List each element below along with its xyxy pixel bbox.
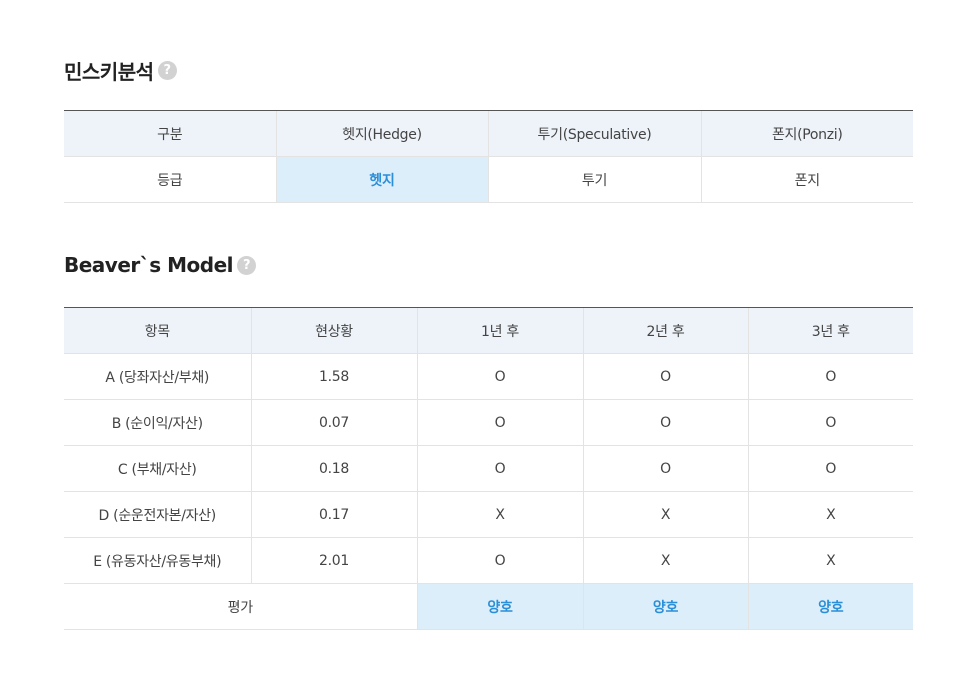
grade-ponzi-cell: 폰지: [700, 156, 913, 203]
column-header-ponzi: 폰지(Ponzi): [700, 110, 913, 157]
year2-cell: O: [582, 399, 748, 446]
current-value-cell: 2.01: [250, 537, 417, 584]
table-row: 등급 헷지 투기 폰지: [64, 156, 913, 203]
column-header-year1: 1년 후: [416, 307, 583, 354]
year2-cell: O: [582, 353, 748, 400]
item-cell: D (순운전자본/자산): [64, 491, 251, 538]
column-header-item: 항목: [64, 307, 251, 354]
evaluation-year3-cell: 양호: [747, 583, 913, 630]
table-row: D (순운전자본/자산) 0.17 X X X: [64, 491, 913, 538]
year2-cell: X: [582, 491, 748, 538]
item-cell: C (부채/자산): [64, 445, 251, 492]
year1-cell: O: [416, 445, 583, 492]
evaluation-label: 평가: [64, 583, 417, 630]
year3-cell: X: [747, 537, 913, 584]
year2-cell: X: [582, 537, 748, 584]
year1-cell: X: [416, 491, 583, 538]
year3-cell: O: [747, 399, 913, 446]
help-icon[interactable]: ?: [237, 255, 257, 275]
year1-cell: O: [416, 537, 583, 584]
current-value-cell: 0.17: [250, 491, 417, 538]
year3-cell: O: [747, 353, 913, 400]
row-label-grade: 등급: [64, 156, 276, 203]
table-header-row: 구분 헷지(Hedge) 투기(Speculative) 폰지(Ponzi): [64, 110, 913, 157]
beaver-title-text: Beaver`s Model: [64, 253, 234, 277]
help-icon[interactable]: ?: [157, 61, 177, 80]
beaver-section-title: Beaver`s Model ?: [64, 253, 257, 277]
current-value-cell: 0.07: [250, 399, 417, 446]
evaluation-year2-cell: 양호: [582, 583, 748, 630]
beaver-table: 항목 현상황 1년 후 2년 후 3년 후 A (당좌자산/부채) 1.58 O…: [64, 307, 913, 630]
minsky-section-title: 민스키분석 ?: [64, 56, 177, 85]
item-cell: E (유동자산/유동부채): [64, 537, 251, 584]
table-header-row: 항목 현상황 1년 후 2년 후 3년 후: [64, 307, 913, 354]
column-header-current: 현상황: [250, 307, 417, 354]
year1-cell: O: [416, 353, 583, 400]
column-header-hedge: 헷지(Hedge): [275, 110, 488, 157]
item-cell: B (순이익/자산): [64, 399, 251, 446]
table-row: B (순이익/자산) 0.07 O O O: [64, 399, 913, 446]
current-value-cell: 1.58: [250, 353, 417, 400]
current-value-cell: 0.18: [250, 445, 417, 492]
grade-speculative-cell: 투기: [487, 156, 701, 203]
column-header-speculative: 투기(Speculative): [487, 110, 701, 157]
grade-hedge-cell: 헷지: [275, 156, 488, 203]
table-row: C (부채/자산) 0.18 O O O: [64, 445, 913, 492]
table-row: E (유동자산/유동부채) 2.01 O X X: [64, 537, 913, 584]
year2-cell: O: [582, 445, 748, 492]
evaluation-row: 평가 양호 양호 양호: [64, 583, 913, 630]
column-header-category: 구분: [64, 110, 276, 157]
table-row: A (당좌자산/부채) 1.58 O O O: [64, 353, 913, 400]
minsky-table: 구분 헷지(Hedge) 투기(Speculative) 폰지(Ponzi) 등…: [64, 110, 913, 203]
column-header-year3: 3년 후: [747, 307, 913, 354]
column-header-year2: 2년 후: [582, 307, 748, 354]
year3-cell: O: [747, 445, 913, 492]
item-cell: A (당좌자산/부채): [64, 353, 251, 400]
evaluation-year1-cell: 양호: [416, 583, 583, 630]
minsky-title-text: 민스키분석: [64, 60, 154, 84]
year3-cell: X: [747, 491, 913, 538]
year1-cell: O: [416, 399, 583, 446]
